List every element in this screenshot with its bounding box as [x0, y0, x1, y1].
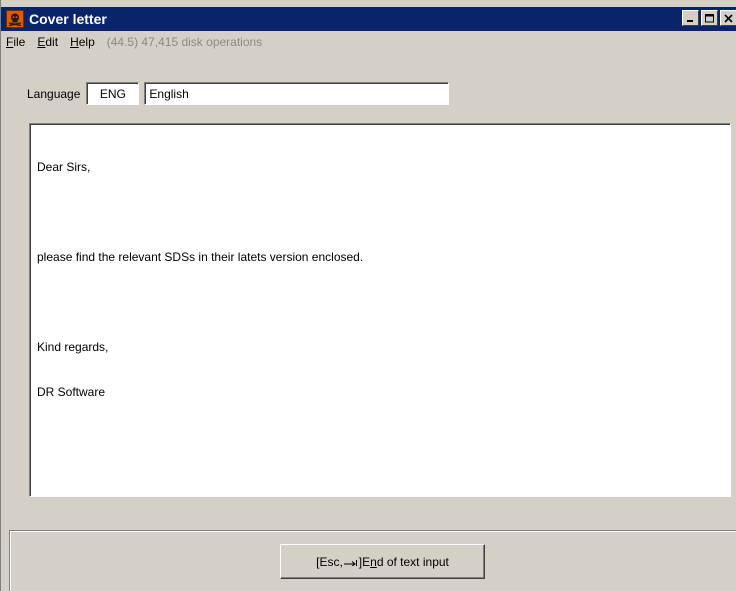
end-button-prefix: [Esc,	[316, 554, 343, 569]
menu-help-label: elp	[78, 35, 95, 49]
end-text-input-button[interactable]: [Esc, ] End of text input	[280, 544, 485, 579]
cover-letter-window: Cover letter File Edit Help (44.5) 47,41…	[0, 0, 736, 591]
end-button-pre: E	[362, 554, 371, 569]
disk-operations-status: (44.5) 47,415 disk operations	[106, 35, 263, 49]
language-code-field[interactable]: ENG	[86, 82, 140, 105]
menu-help-accel: H	[70, 35, 79, 49]
letter-line: Dear Sirs,	[37, 160, 91, 174]
minimize-icon[interactable]	[682, 10, 699, 26]
menu-help[interactable]: Help	[70, 35, 95, 49]
end-button-accel: n	[370, 554, 377, 569]
window-title: Cover letter	[29, 11, 107, 27]
window-controls	[680, 10, 736, 26]
title-bar[interactable]: Cover letter	[1, 7, 736, 31]
letter-line	[37, 295, 723, 310]
menu-edit-label: dit	[45, 35, 59, 49]
language-name-field[interactable]: English	[144, 82, 450, 105]
maximize-icon[interactable]	[701, 10, 718, 26]
end-button-label: d of text input	[376, 554, 449, 569]
menu-file-label: ile	[13, 35, 26, 49]
letter-line: Kind regards,	[37, 340, 109, 354]
menu-edit[interactable]: Edit	[37, 35, 58, 49]
close-icon[interactable]	[720, 10, 736, 26]
letter-line: DR Software	[37, 385, 106, 399]
menu-file[interactable]: File	[6, 35, 25, 49]
language-row: Language ENG English	[27, 82, 450, 105]
letter-line	[37, 205, 723, 220]
hazard-skull-icon[interactable]	[6, 10, 24, 28]
language-label: Language	[27, 86, 81, 101]
menu-bar: File Edit Help (44.5) 47,415 disk operat…	[1, 31, 736, 53]
letter-text-area[interactable]: Dear Sirs, please find the relevant SDSs…	[29, 123, 731, 497]
tab-arrow-icon	[343, 555, 358, 569]
letter-line: please find the relevant SDSs in their l…	[37, 250, 364, 264]
bottom-panel: [Esc, ] End of text input	[9, 530, 736, 591]
